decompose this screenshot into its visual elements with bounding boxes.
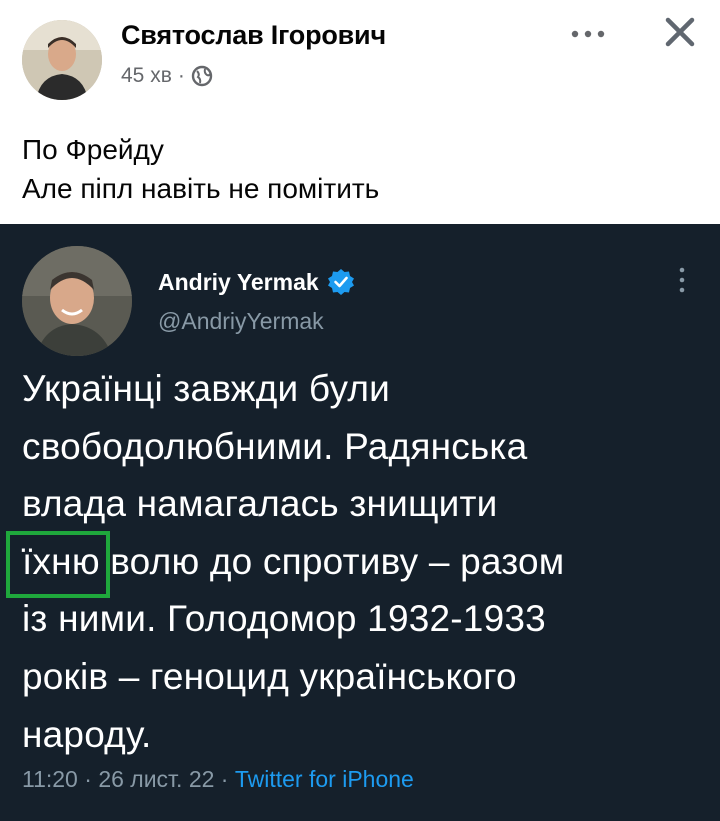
embedded-tweet-image[interactable]: Andriy Yermak @AndriyYermak Українці зав… <box>0 224 720 821</box>
meta-separator: · <box>177 64 185 87</box>
tweet-line-2: свободолюбними. Радянська <box>22 425 528 467</box>
tweet-footer: 11:20 · 26 лист. 22 · Twitter for iPhone <box>22 766 414 793</box>
more-options-icon[interactable] <box>566 18 610 50</box>
tweet-author-handle: @AndriyYermak <box>158 308 324 334</box>
tweet-line-3: влада намагалась знищити <box>22 483 498 525</box>
tweet-line-4-rest: волю до спротиву – разом <box>99 540 565 582</box>
tweet-line-1: Українці завжди були <box>22 368 390 409</box>
tweet-line-5: із ними. Голодомор 1932-1933 <box>22 598 546 640</box>
tweet-source: Twitter for iPhone <box>234 766 414 792</box>
highlighted-word: їхню <box>6 530 110 598</box>
post-text: По Фрейду Але піпл навіть не помітить <box>22 130 702 208</box>
tweet-author-name: Andriy Yermak <box>158 268 355 296</box>
post-meta: 45 хв · <box>121 64 213 88</box>
globe-icon <box>191 65 213 87</box>
post-time[interactable]: 45 хв <box>121 64 172 88</box>
author-avatar[interactable] <box>22 20 102 100</box>
tweet-time: 11:20 <box>22 766 78 792</box>
verified-badge-icon <box>327 268 355 296</box>
tweet-line-4: їхню волю до спротиву – разом <box>6 530 712 598</box>
footer-sep-2: · <box>220 766 229 792</box>
more-vertical-icon <box>672 264 692 296</box>
facebook-post-header: Святослав Ігорович 45 хв · <box>0 0 720 110</box>
tweet-line-6: років – геноцид українського <box>22 655 517 697</box>
tweet-line-7: народу. <box>22 713 152 755</box>
author-name[interactable]: Святослав Ігорович <box>121 20 386 51</box>
footer-sep-1: · <box>84 766 92 792</box>
tweet-text: Українці завжди були свободолюбними. Рад… <box>6 360 712 763</box>
tweet-author-name-text: Andriy Yermak <box>158 268 319 295</box>
post-line-1: По Фрейду <box>22 134 164 165</box>
tweet-date: 26 лист. 22 <box>98 766 215 792</box>
tweet-author-avatar <box>22 246 132 356</box>
post-line-2: Але піпл навіть не помітить <box>22 173 380 204</box>
close-icon[interactable] <box>658 14 702 54</box>
